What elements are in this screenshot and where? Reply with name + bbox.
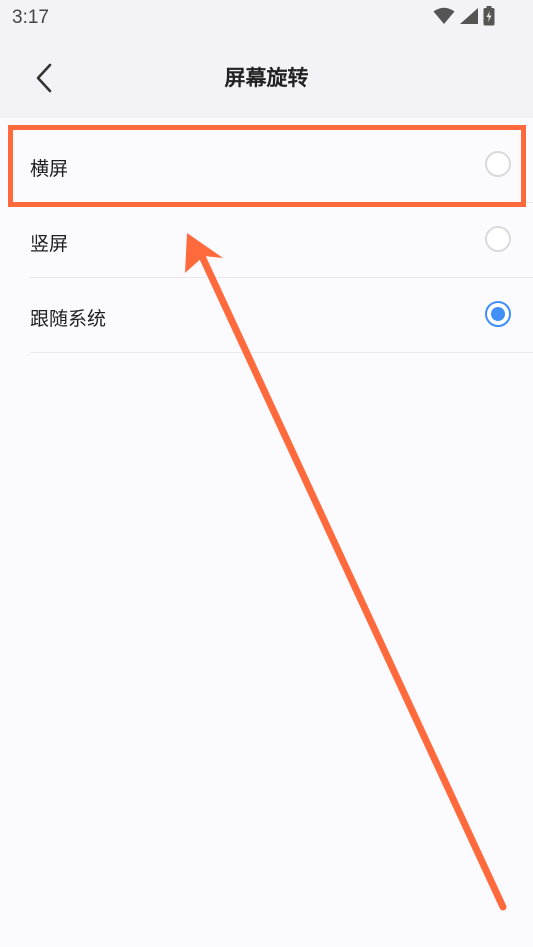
divider: [30, 352, 533, 353]
radio-button-checked[interactable]: [485, 301, 511, 327]
option-landscape[interactable]: 横屏: [0, 128, 533, 203]
signal-icon: [459, 7, 479, 29]
option-label: 竖屏: [30, 233, 69, 255]
page-title: 屏幕旋转: [224, 66, 309, 90]
option-portrait[interactable]: 竖屏: [0, 203, 533, 278]
battery-charging-icon: [483, 6, 495, 30]
header: 屏幕旋转: [0, 38, 533, 118]
status-icons: [433, 6, 495, 30]
option-follow-system[interactable]: 跟随系统: [0, 278, 533, 353]
rotation-options-list: 横屏 竖屏 跟随系统: [0, 128, 533, 353]
wifi-icon: [433, 7, 455, 29]
status-time: 3:17: [12, 7, 49, 28]
option-label: 跟随系统: [30, 308, 107, 330]
radio-button[interactable]: [485, 151, 511, 177]
option-label: 横屏: [30, 158, 69, 180]
radio-button[interactable]: [485, 226, 511, 252]
status-bar: 3:17: [0, 0, 533, 38]
